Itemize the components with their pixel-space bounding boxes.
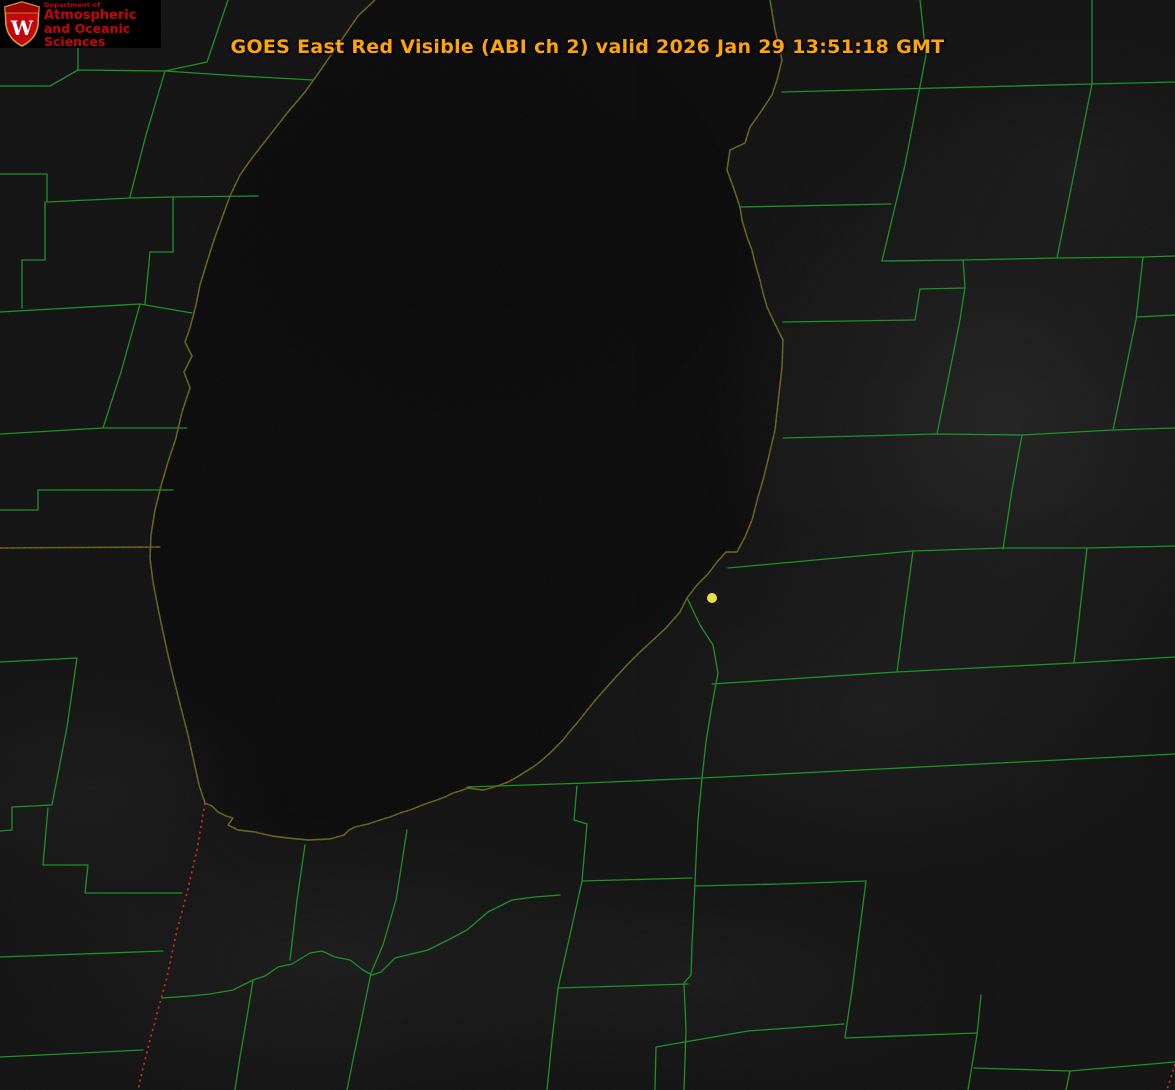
- image-title: GOES East Red Visible (ABI ch 2) valid 2…: [230, 36, 945, 58]
- satellite-image-viewport: W Department of Atmospheric and Oceanic …: [0, 0, 1175, 1090]
- satellite-map: [0, 0, 1175, 1090]
- uw-aos-logo: W Department of Atmospheric and Oceanic …: [0, 0, 161, 48]
- uw-crest-icon: W: [4, 1, 40, 47]
- svg-text:W: W: [10, 16, 34, 40]
- image-noise-overlay: [0, 0, 1175, 1090]
- location-marker: [707, 593, 717, 603]
- logo-line2: and Oceanic Sciences: [44, 21, 131, 49]
- logo-text: Department of Atmospheric and Oceanic Sc…: [44, 0, 161, 48]
